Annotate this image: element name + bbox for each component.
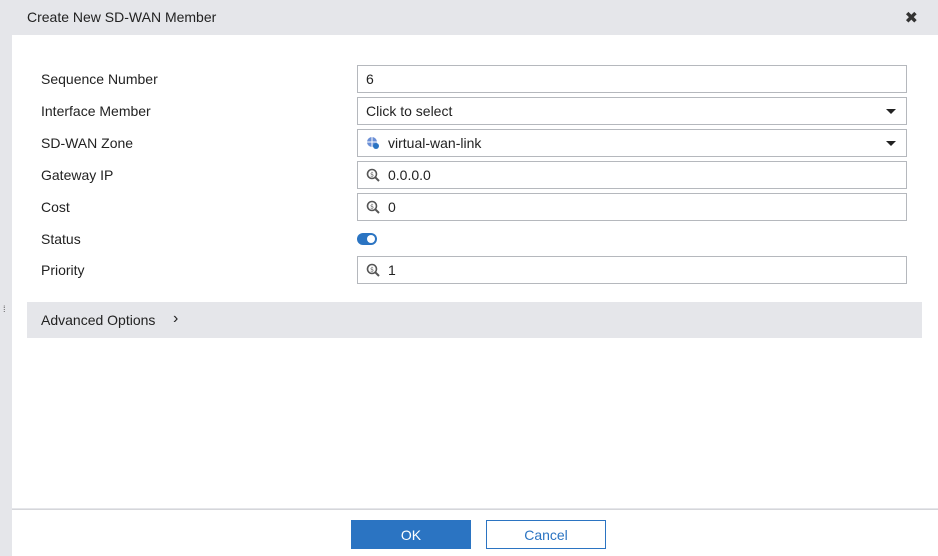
dialog-body: Sequence Number 6 Interface Member Click… [12,35,938,508]
sequence-number-label: Sequence Number [41,71,158,87]
cost-input[interactable]: $ 0 [357,193,907,221]
ok-button[interactable]: OK [351,520,471,549]
interface-member-row: Interface Member Click to select [12,97,938,125]
status-row: Status [12,225,938,253]
advanced-options-toggle[interactable]: Advanced Options › [27,302,922,338]
sequence-number-row: Sequence Number 6 [12,65,938,93]
sdwan-zone-label: SD-WAN Zone [41,135,134,151]
chevron-down-icon [886,141,896,146]
priority-input[interactable]: $ 1 [357,256,907,284]
svg-text:$: $ [370,203,374,210]
priority-value: 1 [388,262,396,278]
dialog-footer: OK Cancel [12,509,938,556]
priority-row: Priority $ 1 [12,256,938,284]
dialog-title: Create New SD-WAN Member [27,9,217,25]
globe-icon [367,137,379,149]
sdwan-zone-value: virtual-wan-link [388,135,482,151]
close-icon[interactable]: ✖ [905,8,918,28]
sequence-number-value: 6 [366,71,374,87]
svg-text:$: $ [370,171,374,178]
grip-icon: ⁞ [3,304,6,314]
interface-member-select[interactable]: Click to select [357,97,907,125]
sdwan-zone-select[interactable]: virtual-wan-link [357,129,907,157]
cancel-button[interactable]: Cancel [486,520,606,549]
status-toggle[interactable] [357,233,377,245]
priority-label: Priority [41,262,85,278]
resize-handle[interactable]: ⁞ [0,35,12,556]
status-label: Status [41,231,81,247]
gateway-ip-row: Gateway IP $ 0.0.0.0 [12,161,938,189]
cost-value: 0 [388,199,396,215]
sequence-number-input[interactable]: 6 [357,65,907,93]
chevron-right-icon: › [173,310,179,327]
gateway-ip-label: Gateway IP [41,167,114,183]
advanced-options-label: Advanced Options [41,312,156,328]
interface-member-value: Click to select [366,103,453,119]
sdwan-zone-row: SD-WAN Zone virtual-wan-link [12,129,938,157]
gateway-ip-value: 0.0.0.0 [388,167,431,183]
cost-label: Cost [41,199,70,215]
chevron-down-icon [886,109,896,114]
cost-row: Cost $ 0 [12,193,938,221]
search-variable-icon: $ [366,168,380,182]
svg-text:$: $ [370,266,374,273]
gateway-ip-input[interactable]: $ 0.0.0.0 [357,161,907,189]
search-variable-icon: $ [366,200,380,214]
interface-member-label: Interface Member [41,103,151,119]
search-variable-icon: $ [366,263,380,277]
dialog-header: Create New SD-WAN Member ✖ [0,0,938,35]
